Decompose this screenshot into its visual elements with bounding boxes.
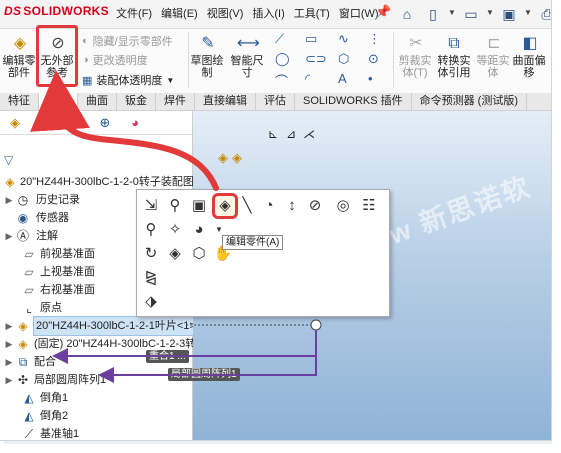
screenshot-frame: DS SOLIDWORKS 文件(F) 编辑(E) 视图(V) 插入(I) 工具(…	[0, 0, 561, 453]
mate-link-line	[52, 330, 317, 364]
red-arrow	[30, 70, 219, 191]
connector-node	[310, 319, 322, 331]
annotation-overlay	[30, 70, 322, 383]
pattern-link-line	[98, 356, 317, 383]
